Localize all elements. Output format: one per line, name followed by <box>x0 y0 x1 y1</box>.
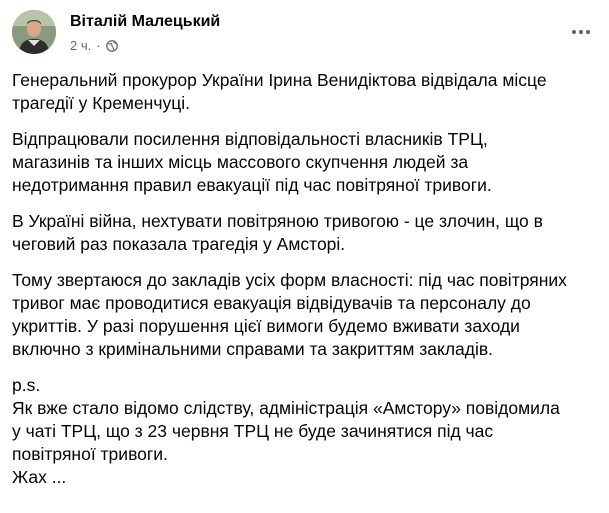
post-time[interactable]: 2 ч. <box>70 38 91 53</box>
post-paragraph: p.s. Як вже стало відомо слідству, адмін… <box>12 375 560 487</box>
author-name[interactable]: Віталій Малецький <box>70 13 220 31</box>
more-options-icon[interactable] <box>569 22 593 42</box>
post-body: Генеральний прокурор України Ірина Венид… <box>12 69 597 502</box>
post-paragraph: Відпрацювали посилення відповідальності … <box>12 129 492 195</box>
meta-separator: · <box>96 38 101 53</box>
avatar[interactable] <box>12 10 56 54</box>
facebook-post: Віталій Малецький 2 ч. · Генеральний про… <box>0 0 609 513</box>
post-paragraph: В Україні війна, нехтувати повітряною тр… <box>12 211 543 254</box>
post-paragraph: Генеральний прокурор України Ірина Венид… <box>12 70 547 113</box>
globe-icon[interactable] <box>105 39 118 52</box>
post-meta: 2 ч. · <box>70 38 118 53</box>
avatar-image <box>12 10 56 54</box>
post-header: Віталій Малецький 2 ч. · <box>12 10 597 60</box>
post-paragraph: Тому звертаюся до закладів усіх форм вла… <box>12 270 567 359</box>
